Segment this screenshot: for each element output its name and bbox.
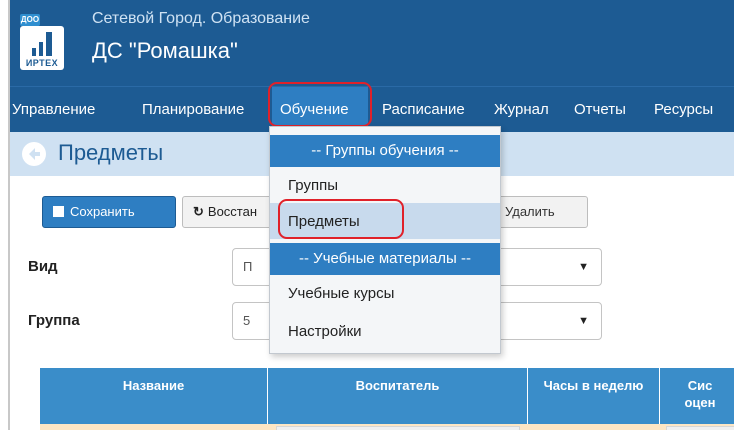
save-button-label: Сохранить <box>70 204 135 219</box>
table-row[interactable] <box>40 424 734 430</box>
vid-select-value: П <box>243 259 253 274</box>
dropdown-section-header-groups: -- Группы обучения -- <box>270 135 500 167</box>
logo-badge: ДОО <box>20 14 40 26</box>
chevron-down-icon: ▼ <box>578 261 589 273</box>
logo-box: ИРТЕХ <box>20 26 64 70</box>
nav-item-planning[interactable]: Планирование <box>142 87 260 133</box>
menu-item-groups[interactable]: Группы <box>288 177 338 194</box>
menu-item-settings[interactable]: Настройки <box>288 323 362 340</box>
page-title: Предметы <box>58 140 164 165</box>
table-header: Название Воспитатель Часы в неделю Сис о… <box>40 368 734 424</box>
nav-item-resources[interactable]: Ресурсы <box>654 87 734 133</box>
app-title: Сетевой Город. Образование <box>92 10 310 27</box>
org-name: ДС "Ромашка" <box>92 38 238 63</box>
group-label: Группа <box>28 312 80 329</box>
app-header: ДОО ИРТЕХ Сетевой Город. Образование ДС … <box>10 0 734 86</box>
group-select-value: 5 <box>243 313 251 328</box>
column-header-teacher[interactable]: Воспитатель <box>268 368 528 424</box>
column-header-name[interactable]: Название <box>40 368 268 424</box>
logo[interactable]: ДОО ИРТЕХ <box>20 14 64 70</box>
restore-button[interactable]: ↻ Восстан <box>182 196 272 228</box>
column-header-hours[interactable]: Часы в неделю <box>528 368 660 424</box>
menu-item-courses[interactable]: Учебные курсы <box>288 285 394 302</box>
restore-button-label: Восстан <box>207 204 258 219</box>
nav-item-journal[interactable]: Журнал <box>494 87 558 133</box>
back-arrow-icon[interactable] <box>22 142 46 166</box>
logo-text: ИРТЕХ <box>25 58 59 68</box>
app-window: ДОО ИРТЕХ Сетевой Город. Образование ДС … <box>8 0 734 430</box>
teacher-select[interactable] <box>276 426 520 430</box>
menu-item-subjects[interactable]: Предметы <box>288 213 360 230</box>
dropdown-section-header-materials: -- Учебные материалы -- <box>270 243 500 275</box>
save-button[interactable]: Сохранить <box>42 196 176 228</box>
grading-select[interactable] <box>666 426 734 430</box>
bar-chart-icon <box>32 30 56 56</box>
delete-button-label: Удалить <box>505 204 555 219</box>
refresh-icon: ↻ <box>193 204 204 219</box>
save-icon <box>53 206 64 217</box>
nav-item-reports[interactable]: Отчеты <box>574 87 634 133</box>
nav-item-management[interactable]: Управление <box>10 87 130 133</box>
vid-label: Вид <box>28 258 58 275</box>
learning-dropdown-menu: -- Группы обучения -- Группы Предметы --… <box>269 126 501 354</box>
column-header-grading[interactable]: Сис оцен <box>660 368 734 424</box>
chevron-down-icon: ▼ <box>578 315 589 327</box>
